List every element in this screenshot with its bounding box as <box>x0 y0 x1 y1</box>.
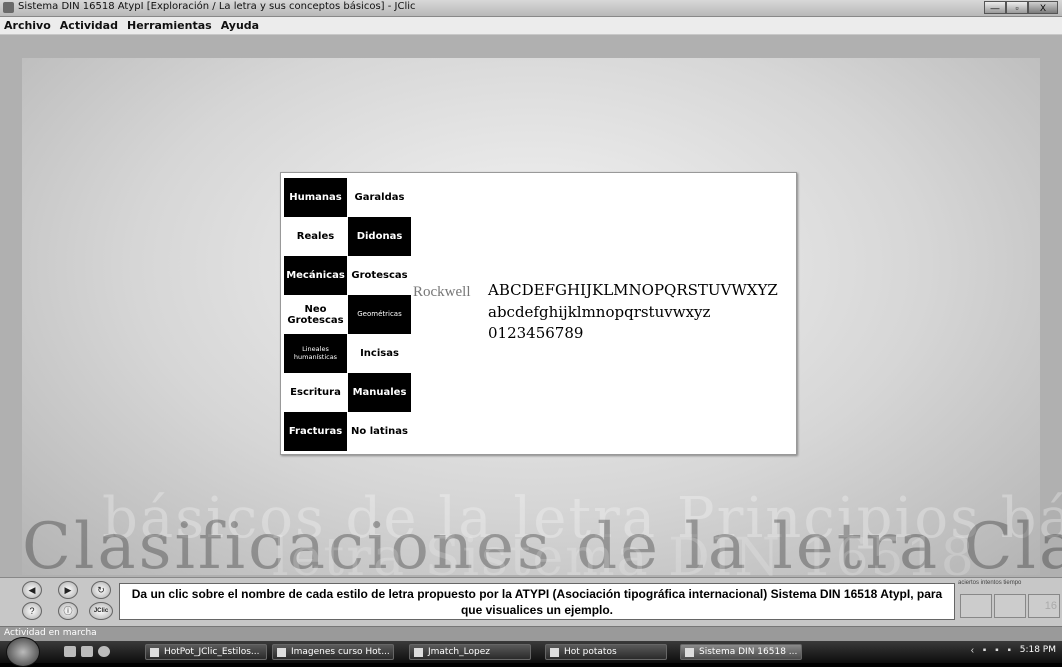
taskbar-item-label: HotPot_JClic_Estilos... <box>164 647 260 657</box>
close-button[interactable]: X <box>1028 1 1058 14</box>
taskbar: HotPot_JClic_Estilos... Imagenes curso H… <box>0 637 1062 667</box>
browser-icon[interactable] <box>98 646 110 657</box>
activity-panel: Humanas Reales Mecánicas Neo Grotescas Linea… <box>280 172 797 455</box>
style-cell-lineales-humanísticas[interactable]: Lineales humanísticas <box>284 334 347 373</box>
control-bar: ◀ ▶ ↻ ? ⓘ JClic Da un clic sobre el nomb… <box>0 577 1062 626</box>
clock: 5:18 PM <box>1019 645 1056 655</box>
style-cell-no-latinas[interactable]: No latinas <box>348 412 411 451</box>
sample-digits: 0123456789 <box>488 324 584 342</box>
restart-icon[interactable]: ↻ <box>91 581 111 599</box>
system-tray-icons[interactable]: ‹ ▪ ▪ ▪ <box>971 645 1014 656</box>
sample-font-name: Rockwell <box>413 284 471 300</box>
style-cell-escritura[interactable]: Escritura <box>284 373 347 412</box>
style-cell-manuales[interactable]: Manuales <box>348 373 411 412</box>
folder-icon <box>277 648 286 657</box>
show-desktop-icon[interactable] <box>64 646 76 657</box>
score-counters: aciertos intentos tiempo 16 <box>958 580 1062 624</box>
minimize-button[interactable]: — <box>984 1 1006 14</box>
jclic-app-icon <box>3 2 14 13</box>
menu-archivo[interactable]: Archivo <box>0 17 56 34</box>
taskbar-item-hotpot[interactable]: HotPot_JClic_Estilos... <box>145 644 267 660</box>
taskbar-item-jmatch[interactable]: Jmatch_Lopez <box>409 644 531 660</box>
jclic-logo-button[interactable]: JClic <box>89 602 113 620</box>
title-bar: Sistema DIN 16518 AtypI [Exploración / L… <box>0 0 1062 17</box>
taskbar-item-imagenes[interactable]: Imagenes curso Hot... <box>272 644 394 660</box>
window-controls: — ▫ X <box>984 1 1058 14</box>
style-cell-garaldas[interactable]: Garaldas <box>348 178 411 217</box>
quicklaunch-app-icon[interactable] <box>81 646 93 657</box>
menu-actividad[interactable]: Actividad <box>56 17 123 34</box>
tiempo-counter: 16 <box>1028 594 1060 618</box>
style-cell-neo-grotescas[interactable]: Neo Grotescas <box>284 295 347 334</box>
help-icon[interactable]: ? <box>22 602 42 620</box>
style-cell-humanas[interactable]: Humanas <box>284 178 347 217</box>
instruction-message: Da un clic sobre el nombre de cada estil… <box>119 583 955 620</box>
style-cell-fracturas[interactable]: Fracturas <box>284 412 347 451</box>
style-cell-incisas[interactable]: Incisas <box>348 334 411 373</box>
counter-labels: aciertos intentos tiempo <box>958 580 1022 586</box>
next-activity-icon[interactable]: ▶ <box>58 581 78 599</box>
intentos-counter <box>994 594 1026 618</box>
previous-activity-icon[interactable]: ◀ <box>22 581 42 599</box>
jclic-icon <box>685 648 694 657</box>
taskbar-item-label: Imagenes curso Hot... <box>291 647 390 657</box>
info-icon[interactable]: ⓘ <box>58 602 78 620</box>
menu-ayuda[interactable]: Ayuda <box>217 17 264 34</box>
sample-lowercase: abcdefghijklmnopqrstuvwxyz <box>488 303 711 321</box>
taskbar-item-hotpotatos[interactable]: Hot potatos <box>545 644 667 660</box>
style-cell-didonas[interactable]: Didonas <box>348 217 411 256</box>
folder-icon <box>150 648 159 657</box>
document-icon <box>550 648 559 657</box>
style-cell-geométricas[interactable]: Geométricas <box>348 295 411 334</box>
maximize-button[interactable]: ▫ <box>1006 1 1028 14</box>
taskbar-item-sistema-din[interactable]: Sistema DIN 16518 ... <box>680 644 802 660</box>
taskbar-item-label: Hot potatos <box>564 647 617 657</box>
style-cell-grotescas[interactable]: Grotescas <box>348 256 411 295</box>
style-cell-mecánicas[interactable]: Mecánicas <box>284 256 347 295</box>
status-bar: Actividad en marcha <box>0 626 1062 641</box>
style-cell-reales[interactable]: Reales <box>284 217 347 256</box>
menu-bar: Archivo Actividad Herramientas Ayuda <box>0 17 1062 35</box>
aciertos-counter <box>960 594 992 618</box>
document-icon <box>414 648 423 657</box>
sample-uppercase: ABCDEFGHIJKLMNOPQRSTUVWXYZ <box>488 281 778 299</box>
window-title: Sistema DIN 16518 AtypI [Exploración / L… <box>18 1 416 12</box>
taskbar-item-label: Jmatch_Lopez <box>428 647 490 657</box>
menu-herramientas[interactable]: Herramientas <box>123 17 217 34</box>
taskbar-item-label: Sistema DIN 16518 ... <box>699 647 798 657</box>
